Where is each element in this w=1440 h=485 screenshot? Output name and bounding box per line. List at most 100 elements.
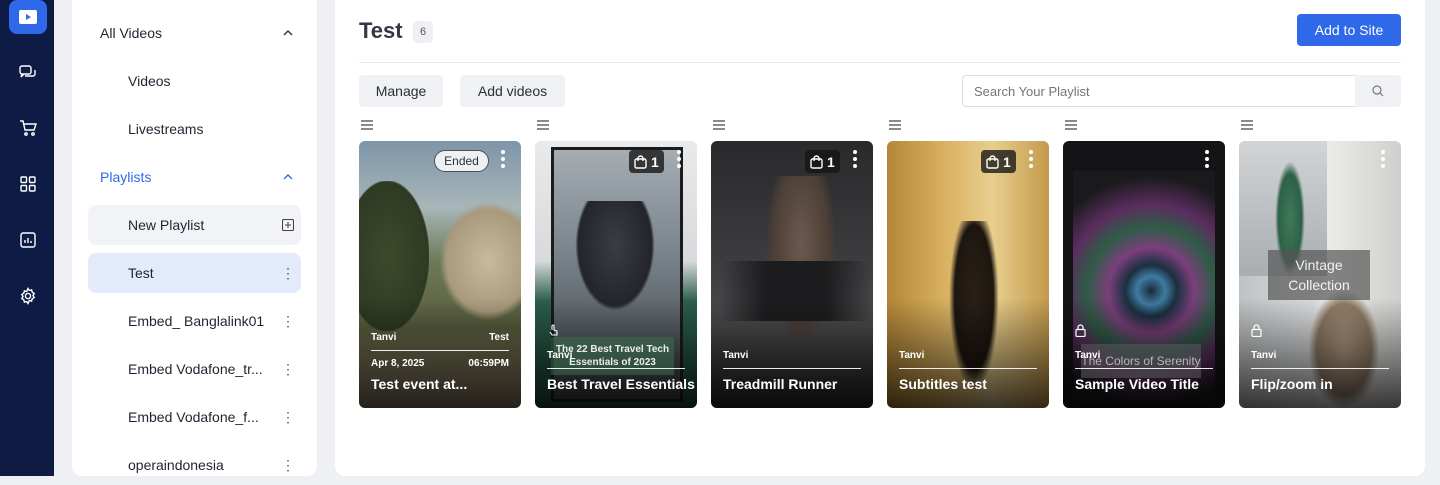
settings-nav-button[interactable] bbox=[9, 279, 47, 313]
video-card[interactable]: The Colors of Serenity Tanvi Sample Vide… bbox=[1063, 141, 1225, 408]
sidebar-item-playlist[interactable]: operaindonesia ⋮ bbox=[88, 445, 301, 485]
sidebar-all-videos-label: All Videos bbox=[100, 25, 163, 41]
sidebar-item-label: New Playlist bbox=[128, 217, 205, 233]
product-count-badge: 1 bbox=[805, 150, 840, 173]
sidebar-item-livestreams[interactable]: Livestreams bbox=[88, 109, 301, 149]
sidebar-item-label: Livestreams bbox=[128, 121, 204, 137]
card-date: Apr 8, 2025 bbox=[371, 358, 425, 369]
drag-handle-icon[interactable] bbox=[1064, 119, 1078, 131]
drag-handle-icon[interactable] bbox=[1240, 119, 1254, 131]
card-author: Tanvi bbox=[547, 350, 573, 361]
apps-nav-button[interactable] bbox=[9, 167, 47, 201]
cart-icon bbox=[20, 120, 37, 136]
analytics-nav-button[interactable] bbox=[9, 223, 47, 257]
product-count: 1 bbox=[1003, 153, 1011, 170]
sidebar-playlists[interactable]: Playlists bbox=[88, 157, 301, 197]
search-input[interactable] bbox=[962, 75, 1355, 107]
video-card[interactable]: Vintage Collection Tanvi Flip/zoom in bbox=[1239, 141, 1401, 408]
sidebar-item-playlist[interactable]: Test ⋮ bbox=[88, 253, 301, 293]
video-thumbnail-detail bbox=[575, 201, 655, 311]
video-overlay-text: Vintage Collection bbox=[1268, 250, 1370, 300]
card-author: Tanvi bbox=[899, 350, 925, 361]
shopping-bag-icon bbox=[634, 154, 647, 169]
product-count-badge: 1 bbox=[629, 150, 664, 173]
video-play-icon bbox=[19, 10, 37, 24]
sidebar-all-videos[interactable]: All Videos bbox=[88, 13, 301, 53]
shop-nav-button[interactable] bbox=[9, 111, 47, 145]
chevron-up-icon bbox=[275, 30, 301, 36]
search-button[interactable] bbox=[1355, 75, 1401, 107]
card-author: Tanvi bbox=[371, 332, 397, 343]
more-vertical-icon[interactable] bbox=[500, 150, 506, 168]
drag-handle-icon[interactable] bbox=[360, 119, 374, 131]
card-divider bbox=[1075, 368, 1213, 369]
card-divider bbox=[371, 350, 509, 351]
video-card[interactable]: The 22 Best Travel Tech Essentials of 20… bbox=[535, 141, 697, 408]
card-title: Treadmill Runner bbox=[723, 376, 838, 392]
sidebar-item-playlist[interactable]: Embed Vodafone_f... ⋮ bbox=[88, 397, 301, 437]
analytics-icon bbox=[20, 232, 36, 248]
sidebar-item-label: Embed Vodafone_tr... bbox=[128, 361, 263, 377]
card-title: Test event at... bbox=[371, 376, 468, 392]
sidebar-item-playlist[interactable]: Embed_ Banglalink01 ⋮ bbox=[88, 301, 301, 341]
sidebar-item-videos[interactable]: Videos bbox=[88, 61, 301, 101]
lock-icon bbox=[1075, 324, 1086, 337]
more-vertical-icon[interactable] bbox=[1204, 150, 1210, 168]
lock-icon bbox=[1251, 324, 1262, 337]
sidebar-playlists-label: Playlists bbox=[100, 169, 152, 185]
more-vertical-icon[interactable] bbox=[852, 150, 858, 168]
card-playlist-tag: Test bbox=[489, 332, 509, 343]
video-card[interactable]: Ended Tanvi Test Apr 8, 2025 06:59PM Tes… bbox=[359, 141, 521, 408]
card-divider bbox=[547, 368, 685, 369]
more-vertical-icon[interactable] bbox=[1028, 150, 1034, 168]
gear-icon bbox=[20, 287, 36, 305]
sidebar-item-playlist[interactable]: Embed Vodafone_tr... ⋮ bbox=[88, 349, 301, 389]
playlist-main: Test 6 Add to Site Manage Add videos End… bbox=[335, 0, 1425, 476]
video-count-badge: 6 bbox=[413, 21, 433, 43]
drag-handle-icon[interactable] bbox=[712, 119, 726, 131]
page-title: Test bbox=[359, 18, 403, 43]
search-icon bbox=[1372, 85, 1384, 97]
more-vertical-icon[interactable]: ⋮ bbox=[275, 361, 301, 378]
header-divider bbox=[359, 62, 1401, 63]
video-card[interactable]: 1 Tanvi Subtitles test bbox=[887, 141, 1049, 408]
status-badge: Ended bbox=[434, 150, 489, 172]
card-title: Sample Video Title bbox=[1075, 376, 1199, 392]
grid-icon bbox=[20, 176, 36, 192]
card-author: Tanvi bbox=[1251, 350, 1277, 361]
card-author: Tanvi bbox=[723, 350, 749, 361]
more-vertical-icon[interactable]: ⋮ bbox=[275, 457, 301, 474]
card-time: 06:59PM bbox=[468, 358, 509, 369]
more-vertical-icon[interactable]: ⋮ bbox=[275, 409, 301, 426]
more-vertical-icon[interactable]: ⋮ bbox=[275, 313, 301, 330]
product-count: 1 bbox=[827, 153, 835, 170]
more-vertical-icon[interactable]: ⋮ bbox=[275, 265, 301, 282]
card-divider bbox=[1251, 368, 1389, 369]
icon-rail bbox=[0, 0, 54, 476]
add-videos-button[interactable]: Add videos bbox=[460, 75, 565, 107]
card-author: Tanvi bbox=[1075, 350, 1101, 361]
chat-bubbles-icon bbox=[19, 65, 36, 78]
sidebar-item-label: operaindonesia bbox=[128, 457, 224, 473]
drag-handle-icon[interactable] bbox=[888, 119, 902, 131]
sidebar-item-label: Embed_ Banglalink01 bbox=[128, 313, 265, 329]
engagement-nav-button[interactable] bbox=[9, 56, 47, 90]
card-title: Best Travel Essentials bbox=[547, 376, 695, 392]
shopping-bag-icon bbox=[986, 154, 999, 169]
chevron-up-icon bbox=[275, 174, 301, 180]
drag-handle-icon[interactable] bbox=[536, 119, 550, 131]
add-to-site-button[interactable]: Add to Site bbox=[1297, 14, 1401, 46]
card-divider bbox=[899, 368, 1037, 369]
card-title: Subtitles test bbox=[899, 376, 987, 392]
video-card[interactable]: 1 Tanvi Treadmill Runner bbox=[711, 141, 873, 408]
videos-nav-button[interactable] bbox=[9, 0, 47, 34]
add-square-icon[interactable] bbox=[275, 219, 301, 231]
touch-icon bbox=[549, 324, 558, 336]
more-vertical-icon[interactable] bbox=[1380, 150, 1386, 168]
more-vertical-icon[interactable] bbox=[676, 150, 682, 168]
product-count-badge: 1 bbox=[981, 150, 1016, 173]
card-divider bbox=[723, 368, 861, 369]
manage-button[interactable]: Manage bbox=[359, 75, 443, 107]
sidebar-new-playlist[interactable]: New Playlist bbox=[88, 205, 301, 245]
shopping-bag-icon bbox=[810, 154, 823, 169]
